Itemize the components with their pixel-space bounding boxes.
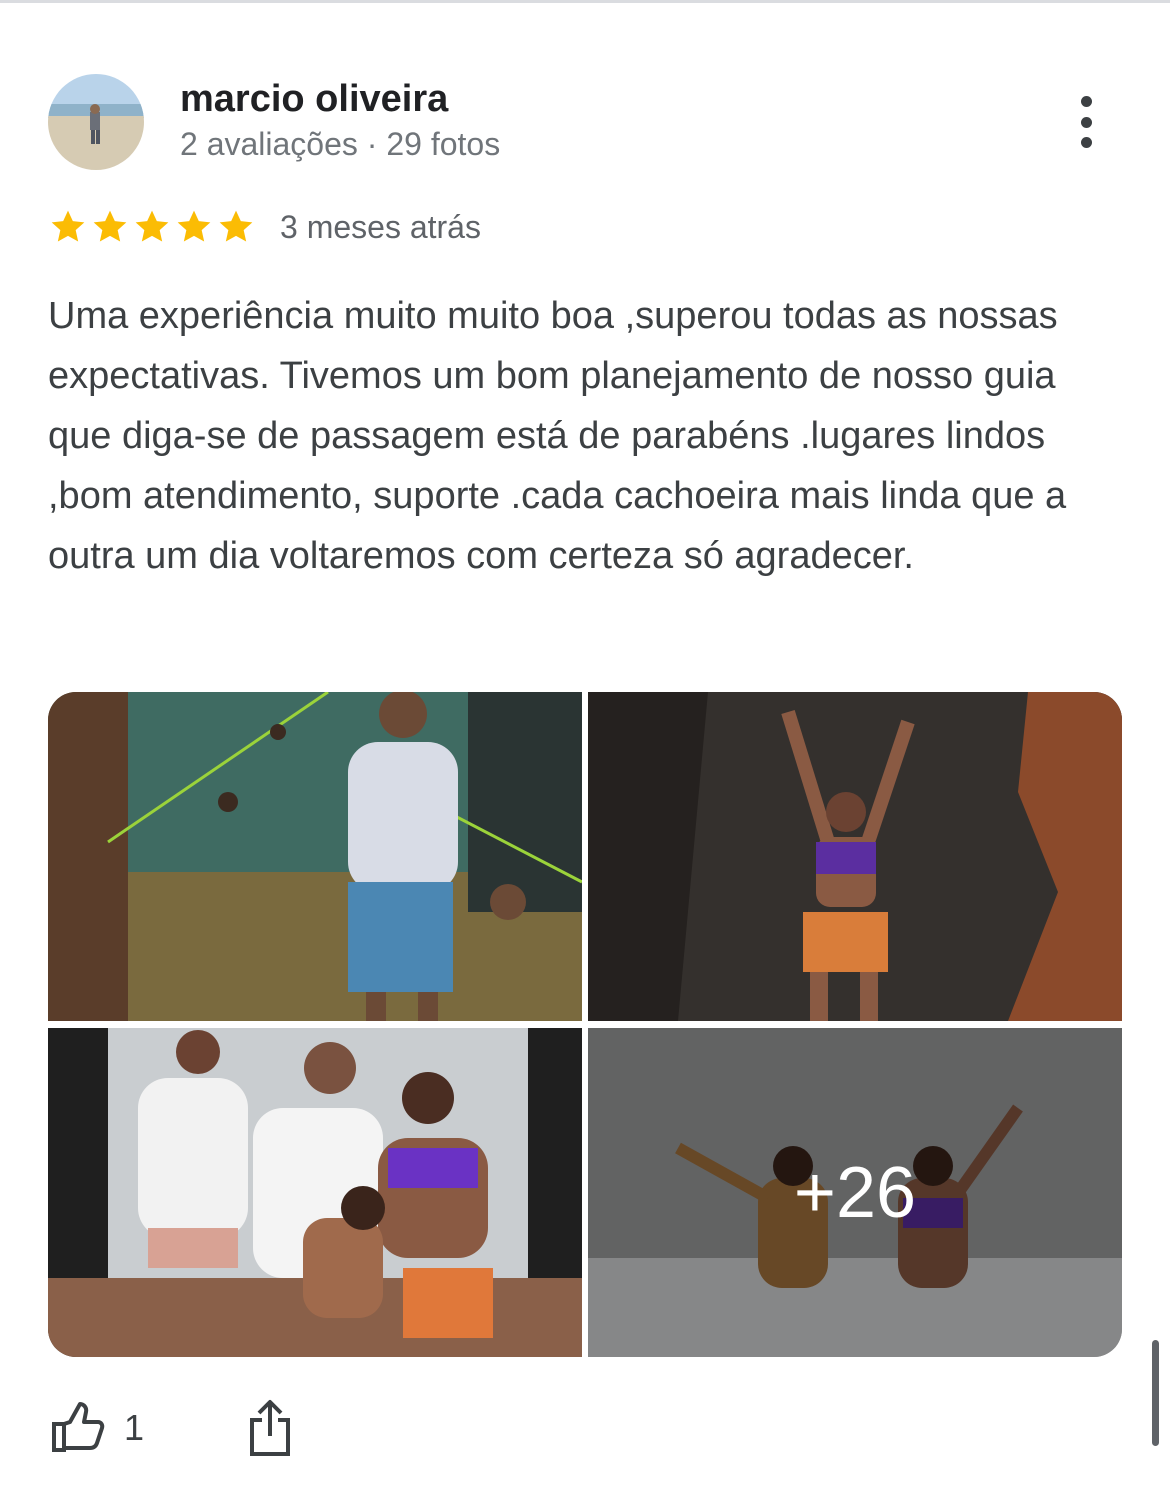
- star-rating: [48, 207, 256, 247]
- review-time: 3 meses atrás: [280, 208, 481, 245]
- dot: [1080, 137, 1092, 148]
- author-avatar[interactable]: [48, 74, 144, 170]
- author-name[interactable]: marcio oliveira: [180, 78, 448, 121]
- like-button[interactable]: 1: [50, 1398, 144, 1458]
- more-photos-overlay[interactable]: +26: [588, 1028, 1122, 1357]
- rating-row: 3 meses atrás: [48, 206, 481, 248]
- star-icon: [219, 210, 253, 242]
- star-icon: [135, 210, 169, 242]
- review-photo-1[interactable]: [48, 692, 582, 1021]
- dot: [1080, 96, 1092, 107]
- review-photo-4[interactable]: +26: [588, 1028, 1122, 1357]
- photo-grid: +26: [48, 692, 1122, 1357]
- star-icon: [177, 210, 211, 242]
- star-icon: [51, 210, 85, 242]
- review-photo-3[interactable]: [48, 1028, 582, 1357]
- review-text: Uma experiência muito muito boa ,superou…: [48, 295, 1067, 577]
- top-divider: [0, 0, 1170, 3]
- more-vert-icon[interactable]: [1060, 90, 1112, 154]
- author-stats: 2 avaliações · 29 fotos: [180, 126, 501, 162]
- review-photo-2[interactable]: [588, 692, 1122, 1021]
- photo-river-swimmers: [48, 692, 582, 1021]
- thumb-up-icon: [52, 1402, 105, 1452]
- avatar-image: [48, 74, 144, 170]
- like-count: 1: [124, 1407, 145, 1448]
- more-photos-count: +26: [793, 1152, 917, 1233]
- share-button[interactable]: [244, 1396, 296, 1460]
- dot: [1080, 116, 1092, 128]
- scrollbar-thumb[interactable]: [1152, 1340, 1159, 1446]
- photo-waterfall-woman-arms-up: [588, 692, 1122, 1021]
- share-icon: [250, 1400, 290, 1456]
- photo-family-at-waterfall: [48, 1028, 582, 1357]
- star-icon: [93, 210, 127, 242]
